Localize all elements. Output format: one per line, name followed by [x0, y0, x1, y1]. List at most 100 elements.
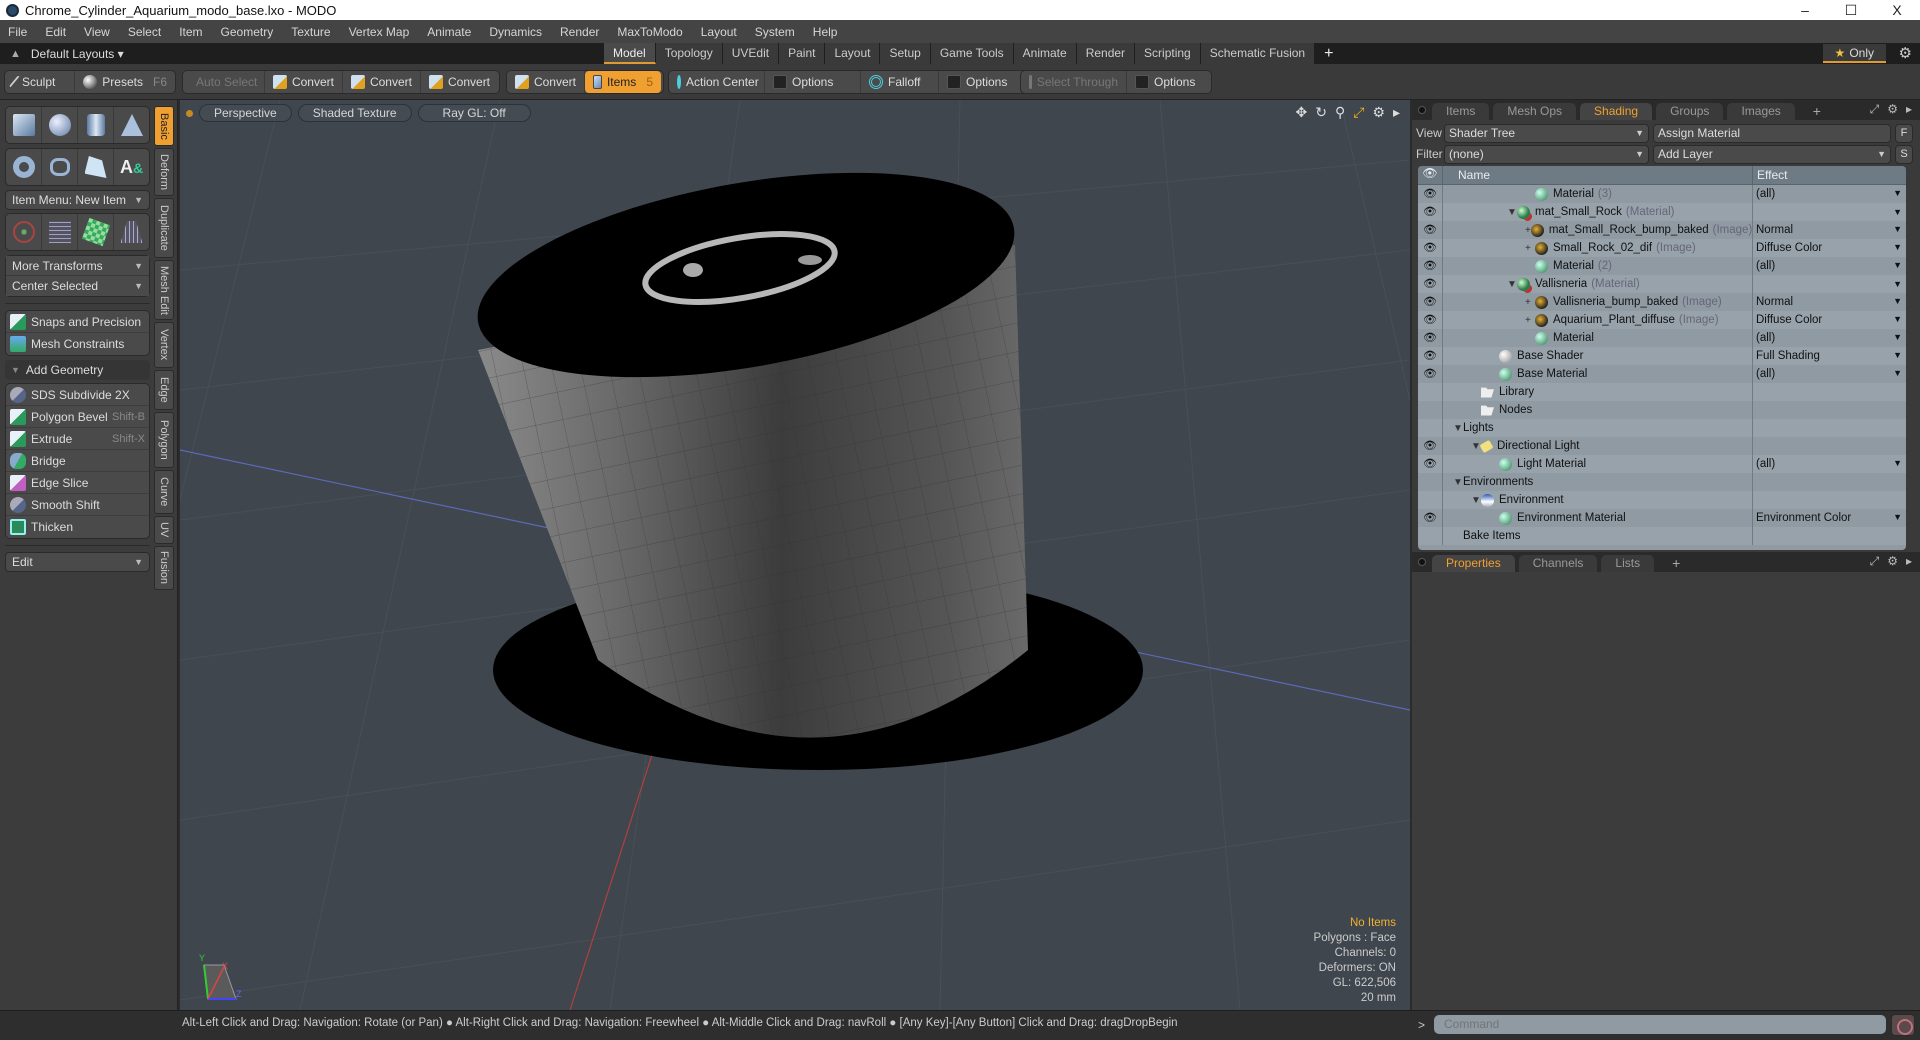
chevron-down-icon[interactable]: ▼ — [1893, 242, 1902, 254]
panel-menu-dot[interactable] — [1418, 558, 1426, 566]
vtab-mesh-edit[interactable]: Mesh Edit — [154, 260, 174, 320]
cylinder-tool[interactable] — [78, 107, 114, 143]
panel-tab-channels[interactable]: Channels — [1518, 555, 1598, 572]
view-dropdown[interactable]: Shader Tree ▼ — [1444, 123, 1649, 143]
raygl-button[interactable]: Ray GL: Off — [417, 104, 531, 122]
tool-edge-slice[interactable]: Edge Slice — [6, 472, 149, 494]
effect-dropdown[interactable]: Diffuse Color ▼ — [1753, 242, 1906, 254]
eye-icon[interactable]: 👁 — [1418, 185, 1443, 203]
viewport-status-dot[interactable] — [186, 109, 193, 117]
item-menu-dropdown[interactable]: Item Menu: New Item ▼ — [5, 190, 150, 210]
collapse-triangle-icon[interactable]: ▼ — [1453, 477, 1463, 488]
chevron-down-icon[interactable]: ▼ — [1893, 260, 1902, 272]
transform-tool[interactable] — [6, 214, 42, 250]
tool-sds-subdivide-2x[interactable]: SDS Subdivide 2X — [6, 384, 149, 406]
view-type-button[interactable]: Perspective — [199, 104, 292, 122]
eye-icon[interactable]: 👁 — [1418, 347, 1443, 365]
effect-dropdown[interactable]: Diffuse Color ▼ — [1753, 314, 1906, 326]
tool-extrude[interactable]: Extrude Shift-X — [6, 428, 149, 450]
panel-tab-items[interactable]: Items — [1432, 103, 1490, 120]
expand-plus-icon[interactable]: + — [1525, 297, 1535, 308]
shader-tree-row[interactable]: 👁 ▼ mat_Small_Rock (Material) ▼ — [1418, 203, 1906, 221]
menu-help[interactable]: Help — [813, 25, 838, 39]
vtab-uv[interactable]: UV — [154, 516, 174, 544]
effect-dropdown[interactable]: (all) ▼ — [1753, 188, 1906, 200]
eye-icon[interactable]: 👁 — [1418, 329, 1443, 347]
effect-dropdown[interactable]: ▼ — [1753, 279, 1906, 289]
eye-icon[interactable]: 👁 — [1418, 203, 1443, 221]
convert-edges-button[interactable]: Convert — [343, 71, 421, 93]
maximize-button[interactable]: ☐ — [1828, 0, 1874, 20]
add-geometry-header[interactable]: ▼ Add Geometry — [5, 360, 150, 380]
vtab-fusion[interactable]: Fusion — [154, 546, 174, 590]
filter-dropdown[interactable]: (none) ▼ — [1444, 144, 1649, 164]
menu-animate[interactable]: Animate — [427, 25, 471, 39]
menu-maxtomodo[interactable]: MaxToModo — [617, 25, 682, 39]
shader-tree-row[interactable]: 👁 Material (2) (all) ▼ — [1418, 257, 1906, 275]
panel-tab-properties[interactable]: Properties — [1432, 555, 1515, 572]
menu-view[interactable]: View — [84, 25, 110, 39]
panel-tab-mesh-ops[interactable]: Mesh Ops — [1493, 103, 1577, 120]
tool-smooth-shift[interactable]: Smooth Shift — [6, 494, 149, 516]
chevron-down-icon[interactable]: ▼ — [1893, 188, 1902, 200]
shader-tree-row[interactable]: ▼ Environment — [1418, 491, 1906, 509]
effect-dropdown[interactable]: (all) ▼ — [1753, 260, 1906, 272]
viewport-settings-icon[interactable]: ⚙ — [1372, 104, 1385, 121]
shader-tree-row[interactable]: Bake Items — [1418, 527, 1906, 545]
convert-items-button[interactable]: Convert — [507, 71, 585, 93]
shader-tree-row[interactable]: 👁 + Vallisneria_bump_baked (Image) Normal ▼ — [1418, 293, 1906, 311]
mode-tab-scripting[interactable]: Scripting — [1135, 43, 1201, 64]
shader-tree-row[interactable]: 👁 Environment Material Environment Color ▼ — [1418, 509, 1906, 527]
mode-tab-game-tools[interactable]: Game Tools — [930, 43, 1014, 64]
pan-icon[interactable]: ✥ — [1295, 104, 1307, 121]
zoom-icon[interactable]: ⚲ — [1335, 104, 1345, 121]
menu-geometry[interactable]: Geometry — [221, 25, 274, 39]
rotate-icon[interactable]: ↻ — [1315, 104, 1327, 121]
collapse-triangle-icon[interactable]: ▼ — [1453, 423, 1463, 434]
snaps-precision-button[interactable]: Snaps and Precision — [6, 311, 149, 333]
effect-dropdown[interactable]: (all) ▼ — [1753, 332, 1906, 344]
shader-tree-row[interactable]: ▼ Environments — [1418, 473, 1906, 491]
vtab-duplicate[interactable]: Duplicate — [154, 198, 174, 258]
chevron-down-icon[interactable]: ▼ — [1893, 458, 1902, 470]
text-tool[interactable]: A& — [114, 149, 149, 185]
add-layer-dropdown[interactable]: Add Layer ▼ — [1653, 144, 1891, 164]
panel-menu-dot[interactable] — [1418, 106, 1426, 114]
mode-tab-topology[interactable]: Topology — [655, 43, 723, 64]
shading-mode-button[interactable]: Shaded Texture — [297, 104, 412, 122]
effect-dropdown[interactable]: Full Shading ▼ — [1753, 350, 1906, 362]
add-tab-icon[interactable]: + — [1799, 103, 1835, 120]
mode-tab-model[interactable]: Model — [604, 43, 656, 64]
convert-vertices-button[interactable]: Convert — [265, 71, 343, 93]
panel-tab-shading[interactable]: Shading — [1580, 103, 1653, 120]
shader-tree-row[interactable]: 👁 + Aquarium_Plant_diffuse (Image) Diffuse C… — [1418, 311, 1906, 329]
3d-viewport[interactable]: Y X Z Perspective Shaded Texture Ray GL:… — [180, 100, 1410, 1010]
effect-dropdown[interactable]: (all) ▼ — [1753, 368, 1906, 380]
cone-tool[interactable] — [114, 107, 149, 143]
name-column-header[interactable]: Name — [1443, 166, 1753, 184]
eye-icon[interactable]: 👁 — [1418, 455, 1443, 473]
shader-tree-row[interactable]: Nodes — [1418, 401, 1906, 419]
eye-icon[interactable]: 👁 — [1418, 275, 1443, 293]
convert-polygons-button[interactable]: Convert — [421, 71, 498, 93]
f-button[interactable]: F — [1895, 123, 1913, 143]
select-through-button[interactable]: Select Through — [1021, 71, 1127, 93]
menu-edit[interactable]: Edit — [45, 25, 66, 39]
mode-tab-render[interactable]: Render — [1076, 43, 1136, 64]
panel-tab-groups[interactable]: Groups — [1656, 103, 1724, 120]
center-selected-dropdown[interactable]: Center Selected ▼ — [6, 276, 149, 296]
torus-tool[interactable] — [6, 149, 42, 185]
select-through-options-button[interactable]: Options — [1127, 71, 1203, 93]
collapse-triangle-icon[interactable]: ▼ — [1507, 279, 1517, 290]
presets-button[interactable]: Presets F6 — [75, 71, 175, 93]
only-button[interactable]: ★ Only — [1822, 44, 1886, 63]
shader-tree-row[interactable]: 👁 Light Material (all) ▼ — [1418, 455, 1906, 473]
tool-thicken[interactable]: Thicken — [6, 516, 149, 538]
shader-tree-row[interactable]: 👁 + mat_Small_Rock_bump_baked (Image) Normal… — [1418, 221, 1906, 239]
chevron-down-icon[interactable]: ▼ — [1893, 224, 1902, 236]
command-input[interactable] — [1434, 1015, 1886, 1034]
sculpt-button[interactable]: Sculpt — [5, 71, 76, 93]
eye-icon[interactable]: 👁 — [1418, 311, 1443, 329]
vtab-deform[interactable]: Deform — [154, 148, 174, 196]
shader-tree-row[interactable]: 👁 Material (all) ▼ — [1418, 329, 1906, 347]
